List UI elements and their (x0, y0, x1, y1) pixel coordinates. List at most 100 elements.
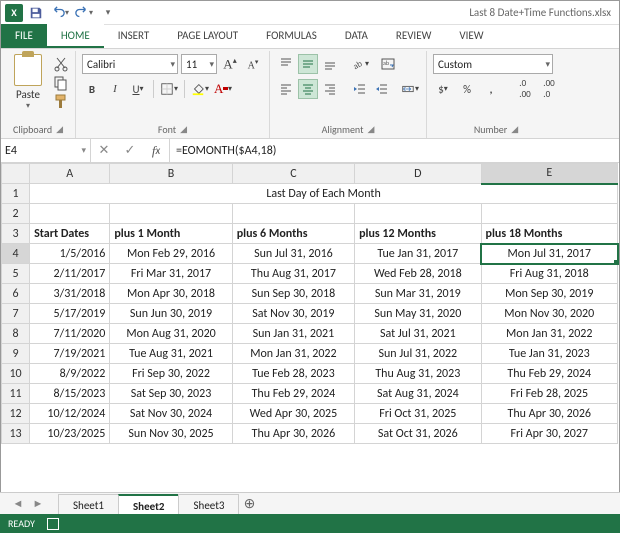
cell[interactable]: 5/17/2019 (30, 304, 110, 324)
align-bottom-button[interactable] (320, 54, 340, 74)
row-header[interactable]: 5 (2, 264, 30, 284)
format-painter-button[interactable] (53, 94, 69, 110)
cell[interactable]: Sun Nov 30, 2025 (110, 424, 232, 444)
paste-button[interactable]: Paste ▾ (7, 54, 49, 111)
cell[interactable]: Fri Sep 30, 2022 (110, 364, 232, 384)
cell[interactable]: plus 12 Months (355, 224, 481, 244)
italic-button[interactable]: I (105, 79, 125, 99)
increase-font-button[interactable]: A▴ (220, 54, 240, 74)
row-header[interactable]: 10 (2, 364, 30, 384)
cell[interactable]: Fri Oct 31, 2025 (355, 404, 481, 424)
cell[interactable]: Tue Aug 31, 2021 (110, 344, 232, 364)
cell[interactable]: Sat Oct 31, 2026 (355, 424, 481, 444)
col-header-e[interactable]: E (481, 164, 617, 184)
cell[interactable]: Sun Jul 31, 2016 (232, 244, 354, 264)
row-header[interactable]: 1 (2, 184, 30, 204)
cell[interactable]: Mon Nov 30, 2020 (481, 304, 617, 324)
cell[interactable]: Mon Aug 31, 2020 (110, 324, 232, 344)
cell[interactable]: 10/23/2025 (30, 424, 110, 444)
cell[interactable]: plus 6 Months (232, 224, 354, 244)
bold-button[interactable]: B (82, 79, 102, 99)
cell[interactable]: Fri Aug 31, 2018 (481, 264, 617, 284)
new-sheet-button[interactable]: ⊕ (238, 495, 260, 512)
cell[interactable] (30, 204, 110, 224)
cell[interactable]: Thu Feb 29, 2024 (232, 384, 354, 404)
cell[interactable] (481, 204, 617, 224)
cell[interactable]: Sun Sep 30, 2018 (232, 284, 354, 304)
comma-format-button[interactable]: , (481, 79, 501, 99)
font-launcher[interactable]: ◢ (180, 124, 187, 135)
cell[interactable]: Fri Feb 28, 2025 (481, 384, 617, 404)
cell[interactable]: Thu Aug 31, 2023 (355, 364, 481, 384)
cell[interactable]: Wed Feb 28, 2018 (355, 264, 481, 284)
row-header[interactable]: 12 (2, 404, 30, 424)
increase-indent-button[interactable] (372, 79, 392, 99)
accounting-format-button[interactable]: $▾ (433, 79, 453, 99)
cell[interactable]: 8/9/2022 (30, 364, 110, 384)
cell[interactable]: Sun Jan 31, 2021 (232, 324, 354, 344)
sheet-tab-3[interactable]: Sheet3 (178, 494, 239, 516)
cell[interactable] (232, 204, 354, 224)
formula-bar[interactable]: =EOMONTH($A4,18) (170, 139, 619, 162)
sheet-nav-next[interactable]: ► (28, 497, 48, 510)
cell[interactable]: Sat Nov 30, 2024 (110, 404, 232, 424)
cell[interactable]: Fri Mar 31, 2017 (110, 264, 232, 284)
row-header[interactable]: 8 (2, 324, 30, 344)
cell[interactable]: 10/12/2024 (30, 404, 110, 424)
copy-button[interactable] (53, 75, 69, 91)
wrap-text-button[interactable]: ab (378, 54, 398, 74)
cell[interactable]: Tue Jan 31, 2023 (481, 344, 617, 364)
row-header[interactable]: 4 (2, 244, 30, 264)
insert-function-button[interactable]: fx (143, 143, 169, 159)
cut-button[interactable] (53, 56, 69, 72)
cell[interactable]: Tue Jan 31, 2017 (355, 244, 481, 264)
row-header[interactable]: 13 (2, 424, 30, 444)
cell[interactable]: 7/19/2021 (30, 344, 110, 364)
cell[interactable]: Sun Jun 30, 2019 (110, 304, 232, 324)
cell[interactable] (110, 204, 232, 224)
cell[interactable]: 7/11/2020 (30, 324, 110, 344)
cell[interactable]: 1/5/2016 (30, 244, 110, 264)
clipboard-launcher[interactable]: ◢ (56, 124, 63, 135)
cell[interactable]: Sat Nov 30, 2019 (232, 304, 354, 324)
tab-page-layout[interactable]: PAGE LAYOUT (163, 24, 252, 48)
increase-decimal-button[interactable]: .0.00 (515, 79, 535, 99)
cell[interactable]: Mon Jan 31, 2022 (232, 344, 354, 364)
row-header[interactable]: 9 (2, 344, 30, 364)
name-box[interactable]: E4▾ (1, 139, 91, 162)
cell[interactable]: Thu Aug 31, 2017 (232, 264, 354, 284)
number-format-combo[interactable]: Custom▾ (433, 54, 553, 74)
tab-data[interactable]: DATA (331, 24, 382, 48)
cell[interactable]: Sun May 31, 2020 (355, 304, 481, 324)
row-header[interactable]: 3 (2, 224, 30, 244)
cell[interactable]: Mon Apr 30, 2018 (110, 284, 232, 304)
save-button[interactable] (25, 3, 47, 23)
merge-center-button[interactable]: ▾ (400, 79, 420, 99)
underline-button[interactable]: U▾ (128, 79, 148, 99)
row-header[interactable]: 6 (2, 284, 30, 304)
orientation-button[interactable]: ab▾ (350, 54, 370, 74)
cell[interactable]: Tue Feb 28, 2023 (232, 364, 354, 384)
alignment-launcher[interactable]: ◢ (367, 124, 374, 135)
tab-view[interactable]: VIEW (445, 24, 497, 48)
cell[interactable]: Sat Sep 30, 2023 (110, 384, 232, 404)
cell[interactable]: Thu Feb 29, 2024 (481, 364, 617, 384)
sheet-tab-1[interactable]: Sheet1 (58, 494, 119, 516)
cell[interactable]: Fri Apr 30, 2027 (481, 424, 617, 444)
cell[interactable]: Mon Jan 31, 2022 (481, 324, 617, 344)
align-right-button[interactable] (320, 79, 340, 99)
font-size-combo[interactable]: 11▾ (181, 54, 217, 74)
spreadsheet-grid[interactable]: A B C D E 1Last Day of Each Month 2 3 St… (1, 163, 619, 444)
cancel-formula-button[interactable]: ✕ (91, 143, 117, 158)
font-color-button[interactable]: A▾ (213, 79, 233, 99)
number-launcher[interactable]: ◢ (511, 124, 518, 135)
tab-insert[interactable]: INSERT (104, 24, 164, 48)
align-left-button[interactable] (276, 79, 296, 99)
col-header-a[interactable]: A (30, 164, 110, 184)
col-header-d[interactable]: D (355, 164, 481, 184)
col-header-c[interactable]: C (232, 164, 354, 184)
sheet-nav-prev[interactable]: ◄ (8, 497, 28, 510)
redo-button[interactable]: ▾ (73, 3, 95, 23)
select-all-corner[interactable] (2, 164, 30, 184)
borders-button[interactable]: ▾ (159, 79, 179, 99)
